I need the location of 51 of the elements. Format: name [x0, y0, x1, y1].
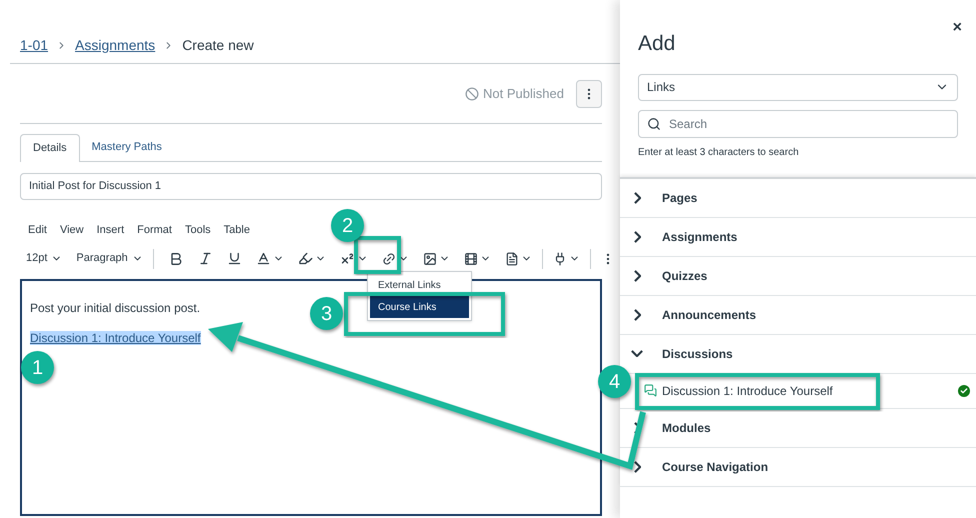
tab[interactable]: Details [20, 134, 80, 162]
underline-icon [226, 251, 242, 266]
search-icon [647, 116, 661, 130]
breadcrumb-current: Create new [182, 36, 254, 55]
search-field[interactable]: Search [638, 110, 958, 138]
menu-item[interactable]: Table [224, 222, 250, 238]
editor-link[interactable]: Discussion 1: Introduce Yourself [30, 330, 201, 344]
title-field[interactable]: Initial Post for Discussion 1 [20, 173, 602, 200]
breadcrumb-link[interactable]: Assignments [75, 35, 156, 56]
step-number: 1 [21, 351, 54, 384]
tab[interactable]: Mastery Paths [80, 134, 174, 161]
step-number: 2 [331, 209, 364, 242]
menu-item[interactable]: View [60, 222, 84, 238]
step-number: 3 [310, 297, 343, 330]
content-type-select[interactable]: Links [638, 74, 958, 100]
highlight-frame [354, 236, 401, 274]
menu-item[interactable]: Format [137, 222, 172, 238]
document-icon [504, 252, 519, 266]
discussion-icon [644, 384, 657, 397]
chevron-right-icon [634, 460, 640, 472]
highlighter-icon [298, 251, 313, 266]
chevron-right-icon [634, 308, 640, 320]
search-hint: Enter at least 3 characters to search [638, 146, 800, 160]
chevron-right-icon [634, 192, 640, 204]
section-toggle[interactable]: Pages [620, 178, 976, 218]
section-toggle[interactable]: Modules [620, 408, 976, 448]
editor-paragraph: Post your initial discussion post. [30, 300, 200, 316]
panel-title: Add [638, 31, 676, 57]
text-color-icon [256, 251, 271, 266]
menu-item[interactable]: Insert [96, 222, 124, 238]
section-toggle[interactable]: Announcements [620, 296, 976, 334]
media-icon [464, 252, 478, 266]
block-format-dropdown[interactable]: Paragraph [76, 250, 143, 267]
chevron-right-icon [634, 230, 640, 242]
section-toggle[interactable]: Course Navigation [620, 448, 976, 486]
font-size-dropdown[interactable]: 12pt [26, 250, 62, 267]
image-icon [422, 252, 437, 266]
close-button[interactable]: × [952, 18, 962, 38]
menu-option[interactable]: Course Links [370, 296, 469, 318]
italic-icon [198, 251, 213, 266]
superscript-icon [340, 251, 355, 266]
chevron-down-icon [631, 350, 643, 357]
breadcrumb-link[interactable]: 1-01 [20, 35, 48, 56]
section-toggle[interactable]: Quizzes [620, 256, 976, 296]
content-item[interactable]: Discussion 1: Introduce Yourself [636, 374, 976, 408]
unpublished-icon [465, 86, 480, 100]
chevron-right-icon [634, 270, 640, 282]
status-text: Not Published [465, 84, 564, 104]
menu-item[interactable]: Edit [28, 222, 47, 238]
menu-item[interactable]: Tools [184, 222, 211, 238]
section-toggle[interactable]: Assignments [620, 218, 976, 256]
